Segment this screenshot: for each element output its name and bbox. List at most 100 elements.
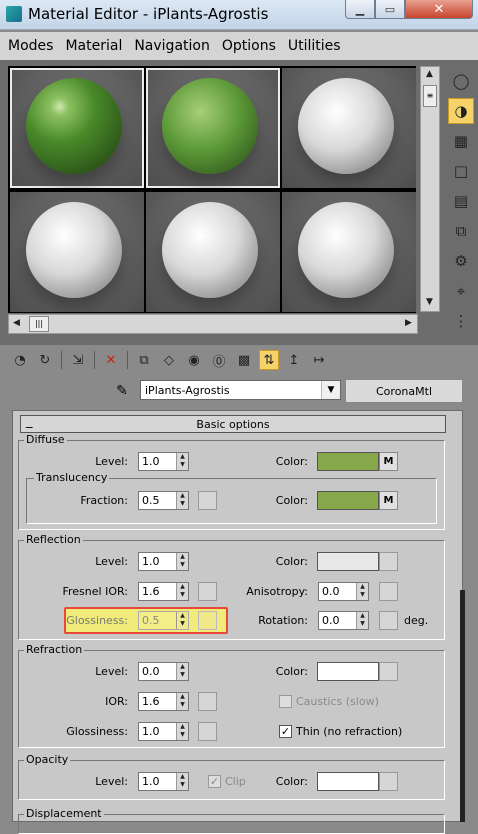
refraction-level-spinner[interactable]: 0.0 ▲ ▼	[138, 662, 189, 681]
thin-checkbox[interactable]: ✓	[279, 725, 292, 738]
put-to-library-icon[interactable]: ◉	[184, 350, 204, 370]
clip-checkbox[interactable]: ✓	[208, 775, 221, 788]
refraction-color-swatch[interactable]	[317, 662, 379, 681]
put-material-to-scene-icon[interactable]: ↻	[35, 350, 55, 370]
sample-slot-6[interactable]	[282, 192, 416, 312]
fresnel-ior-spinner[interactable]: 1.6 ▲ ▼	[138, 582, 189, 601]
scroll-thumb[interactable]: |||	[29, 316, 49, 332]
sample-slot-4[interactable]	[10, 192, 144, 312]
menu-modes[interactable]: Modes	[0, 38, 57, 54]
opacity-color-map-button[interactable]	[379, 772, 398, 791]
rollout-collapse-toggle[interactable]: _	[26, 414, 33, 429]
scroll-left-icon[interactable]: ◀	[13, 318, 20, 328]
translucency-fraction-label: Fraction:	[80, 494, 128, 507]
spinner-arrows[interactable]: ▲ ▼	[176, 693, 188, 710]
sample-uv-tiling-icon[interactable]: □	[448, 158, 474, 184]
make-preview-icon[interactable]: ⧉	[448, 218, 474, 244]
sample-slot-2[interactable]	[146, 68, 280, 188]
spinner-value: 1.0	[142, 555, 160, 568]
options-icon[interactable]: ⚙	[448, 248, 474, 274]
backlight-icon[interactable]: ◑	[448, 98, 474, 124]
anisotropy-spinner[interactable]: 0.0 ▲ ▼	[318, 582, 369, 601]
scroll-up-icon[interactable]: ▲	[426, 69, 433, 79]
translucency-title: Translucency	[34, 471, 110, 484]
spinner-arrows[interactable]: ▲ ▼	[176, 553, 188, 570]
translucency-fraction-map-button[interactable]	[198, 491, 217, 510]
slots-horizontal-scrollbar[interactable]: ◀ ||| ▶	[8, 314, 418, 334]
refraction-glossiness-map-button[interactable]	[198, 722, 217, 741]
toolbar-separator	[61, 351, 62, 369]
reflection-glossiness-spinner[interactable]: 0.5 ▲ ▼	[138, 611, 189, 630]
spinner-arrows[interactable]: ▲ ▼	[176, 453, 188, 470]
show-shaded-map-icon[interactable]: ▩	[234, 350, 254, 370]
slots-vertical-scrollbar[interactable]: ▲ ≡ ▼	[420, 66, 440, 312]
opacity-level-spinner[interactable]: 1.0 ▲ ▼	[138, 772, 189, 791]
get-material-icon[interactable]: ◔	[10, 350, 30, 370]
panel-scrollbar[interactable]	[460, 590, 465, 822]
select-by-material-icon[interactable]: ⌖	[448, 278, 474, 304]
assign-material-icon[interactable]: ⇲	[68, 350, 88, 370]
spinner-arrows[interactable]: ▲ ▼	[356, 583, 368, 600]
spinner-arrows[interactable]: ▲ ▼	[176, 492, 188, 509]
video-color-check-icon[interactable]: ▤	[448, 188, 474, 214]
spinner-value: 0.5	[142, 494, 160, 507]
sample-slot-1[interactable]	[10, 68, 144, 188]
material-type-button[interactable]: CoronaMtl	[345, 379, 463, 403]
maximize-button[interactable]: ▭	[375, 0, 405, 19]
spinner-arrows[interactable]: ▲ ▼	[356, 612, 368, 629]
go-forward-sibling-icon[interactable]: ↦	[309, 350, 329, 370]
material-id-channel-icon[interactable]: ⓪	[209, 350, 229, 370]
rotation-map-button[interactable]	[379, 611, 398, 630]
rotation-unit-label: deg.	[404, 614, 429, 627]
sample-slot-5[interactable]	[146, 192, 280, 312]
menu-utilities[interactable]: Utilities	[280, 38, 345, 54]
rollout-header[interactable]: Basic options	[20, 415, 446, 433]
spinner-arrows[interactable]: ▲ ▼	[176, 773, 188, 790]
spinner-arrows[interactable]: ▲ ▼	[176, 612, 188, 629]
translucency-map-button[interactable]: M	[379, 491, 398, 510]
caustics-checkbox[interactable]	[279, 695, 292, 708]
translucency-color-swatch[interactable]	[317, 491, 379, 510]
ior-spinner[interactable]: 1.6 ▲ ▼	[138, 692, 189, 711]
material-name-field[interactable]: iPlants-Agrostis	[140, 380, 341, 400]
sample-type-sphere-icon[interactable]: ◯	[448, 68, 474, 94]
background-checker-icon[interactable]: ▦	[448, 128, 474, 154]
reflection-color-swatch[interactable]	[317, 552, 379, 571]
scroll-thumb[interactable]: ≡	[423, 85, 437, 107]
go-to-parent-icon[interactable]: ↥	[284, 350, 304, 370]
spinner-arrows[interactable]: ▲ ▼	[176, 723, 188, 740]
minimize-button[interactable]: ▁	[345, 0, 375, 19]
eyedropper-icon[interactable]: ✎	[112, 381, 132, 401]
scroll-right-icon[interactable]: ▶	[405, 318, 412, 328]
make-unique-icon[interactable]: ◇	[159, 350, 179, 370]
diffuse-map-button[interactable]: M	[379, 452, 398, 471]
menu-options[interactable]: Options	[214, 38, 280, 54]
menu-navigation[interactable]: Navigation	[126, 38, 214, 54]
app-icon[interactable]	[6, 6, 22, 22]
fresnel-ior-map-button[interactable]	[198, 582, 217, 601]
rotation-spinner[interactable]: 0.0 ▲ ▼	[318, 611, 369, 630]
refraction-color-map-button[interactable]	[379, 662, 398, 681]
scroll-down-icon[interactable]: ▼	[426, 297, 433, 307]
reflection-level-spinner[interactable]: 1.0 ▲ ▼	[138, 552, 189, 571]
spinner-value: 1.0	[142, 725, 160, 738]
close-button[interactable]: ✕	[405, 0, 473, 19]
diffuse-level-spinner[interactable]: 1.0 ▲ ▼	[138, 452, 189, 471]
reflection-color-map-button[interactable]	[379, 552, 398, 571]
spinner-arrows[interactable]: ▲ ▼	[176, 663, 188, 680]
chevron-down-icon[interactable]: ▼	[321, 381, 340, 399]
refraction-glossiness-spinner[interactable]: 1.0 ▲ ▼	[138, 722, 189, 741]
copy-material-icon[interactable]: ⧉	[134, 350, 154, 370]
menu-material[interactable]: Material	[57, 38, 126, 54]
sample-slot-3[interactable]	[282, 68, 416, 188]
diffuse-color-swatch[interactable]	[317, 452, 379, 471]
reflection-glossiness-map-button[interactable]	[198, 611, 217, 630]
reset-map-icon[interactable]: ✕	[101, 350, 121, 370]
show-end-result-icon[interactable]: ⇅	[259, 350, 279, 370]
spinner-arrows[interactable]: ▲ ▼	[176, 583, 188, 600]
anisotropy-map-button[interactable]	[379, 582, 398, 601]
ior-map-button[interactable]	[198, 692, 217, 711]
translucency-fraction-spinner[interactable]: 0.5 ▲ ▼	[138, 491, 189, 510]
material-map-navigator-icon[interactable]: ⋮	[448, 308, 474, 334]
opacity-color-swatch[interactable]	[317, 772, 379, 791]
